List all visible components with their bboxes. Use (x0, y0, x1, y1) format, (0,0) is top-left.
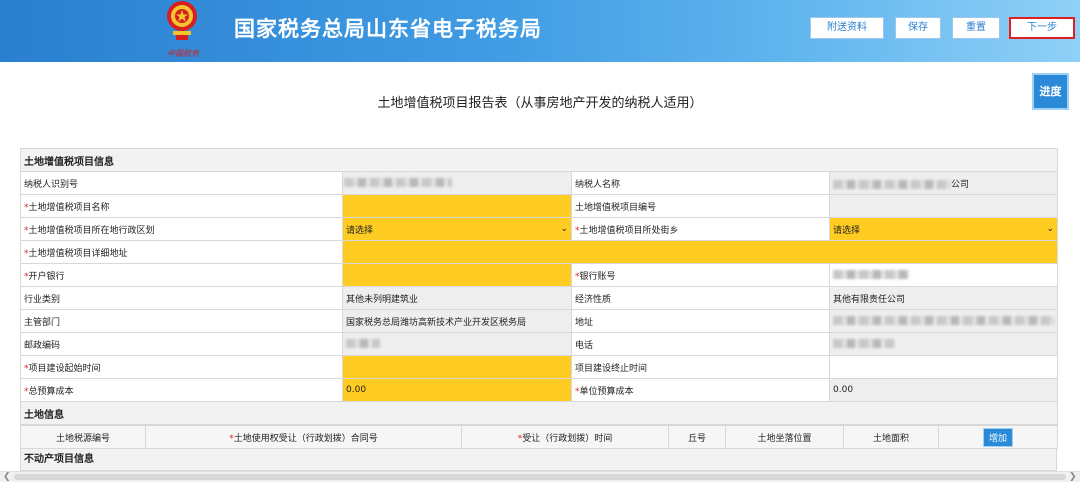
bank-input[interactable] (342, 263, 572, 287)
authority-label: 主管部门 (20, 309, 343, 333)
chevron-down-icon: ⌄ (1046, 224, 1054, 234)
horizontal-scrollbar[interactable]: ❮ ❯ (0, 471, 1080, 482)
redacted-postcode (346, 339, 380, 348)
land-col-tax-source-no: 土地税源编号 (20, 425, 146, 449)
section-header: 土地增值税项目信息 (20, 148, 1058, 172)
phone-label: 电话 (571, 332, 830, 356)
land-info-header-row: 土地税源编号 *土地使用权受让（行政划拨）合同号 *受让（行政划拨）时间 丘号 … (20, 425, 1058, 449)
scrollbar-thumb[interactable] (14, 474, 1066, 480)
chevron-down-icon: ⌄ (560, 224, 568, 234)
unit-budget-value: 0.00 (829, 378, 1058, 402)
taxpayer-name-suffix: 公司 (951, 179, 970, 190)
taxpayer-name-value: 公司 (829, 171, 1058, 195)
street-select[interactable]: 请选择 ⌄ (829, 217, 1058, 241)
project-no-label: 土地增值税项目编号 (571, 194, 830, 218)
redacted-taxpayer-name (833, 179, 951, 189)
account-label: *银行账号 (571, 263, 830, 287)
budget-input[interactable]: 0.00 (342, 378, 572, 402)
land-info-table: 土地税源编号 *土地使用权受让（行政划拨）合同号 *受让（行政划拨）时间 丘号 … (20, 425, 1058, 449)
top-banner: 中国税务 国家税务总局山东省电子税务局 附送资料 保存 重置 下一步 (0, 0, 1080, 62)
street-select-value: 请选择 (833, 225, 861, 236)
end-date-input[interactable] (829, 355, 1058, 379)
econ-label: 经济性质 (571, 286, 830, 310)
land-col-area: 土地面积 (843, 425, 939, 449)
project-name-input[interactable] (342, 194, 572, 218)
land-col-transfer-time: *受让（行政划拨）时间 (461, 425, 669, 449)
land-info-section-title: 土地信息 (20, 401, 1058, 425)
page-title: 土地增值税项目报告表（从事房地产开发的纳税人适用） (377, 96, 703, 111)
district-select[interactable]: 请选择 ⌄ (342, 217, 572, 241)
property-info-section-title: 不动产项目信息 (20, 448, 1057, 471)
app-title: 国家税务总局山东省电子税务局 (234, 17, 542, 41)
account-input[interactable] (829, 263, 1058, 287)
address-value (829, 309, 1058, 333)
phone-value (829, 332, 1058, 356)
project-info-section-title: 土地增值税项目信息 (20, 148, 1058, 172)
attach-documents-button[interactable]: 附送资料 (810, 17, 884, 39)
project-info-table: 土地增值税项目信息 纳税人识别号 纳税人名称 公司 *土地增值税项目名称 土地增… (20, 148, 1058, 425)
district-label: *土地增值税项目所在地行政区划 (20, 217, 343, 241)
redacted-phone (833, 339, 895, 348)
taxpayer-name-label: 纳税人名称 (571, 171, 830, 195)
econ-value: 其他有限责任公司 (829, 286, 1058, 310)
add-land-button[interactable]: 增加 (982, 427, 1013, 447)
address-label: 地址 (571, 309, 830, 333)
postcode-value (342, 332, 572, 356)
district-select-value: 请选择 (346, 225, 374, 236)
redacted-account (833, 270, 909, 279)
postcode-label: 邮政编码 (20, 332, 343, 356)
industry-value: 其他未列明建筑业 (342, 286, 572, 310)
budget-label: *总预算成本 (20, 378, 343, 402)
tax-emblem-icon (167, 1, 197, 40)
scroll-right-icon[interactable]: ❯ (1069, 472, 1077, 482)
authority-value: 国家税务总局潍坊高新技术产业开发区税务局 (342, 309, 572, 333)
end-date-label: 项目建设终止时间 (571, 355, 830, 379)
taxpayer-id-value (342, 171, 572, 195)
land-col-lot-no: 丘号 (668, 425, 726, 449)
taxpayer-id-label: 纳税人识别号 (20, 171, 343, 195)
land-add-cell: 增加 (938, 425, 1058, 449)
address-detail-label: *土地增值税项目详细地址 (20, 240, 343, 264)
project-name-label: *土地增值税项目名称 (20, 194, 343, 218)
start-date-label: *项目建设起始时间 (20, 355, 343, 379)
project-no-value (829, 194, 1058, 218)
address-detail-input[interactable] (342, 240, 1058, 264)
emblem-caption: 中国税务 (167, 49, 199, 58)
unit-budget-label: *单位预算成本 (571, 378, 830, 402)
reset-button[interactable]: 重置 (952, 17, 1000, 39)
next-step-button[interactable]: 下一步 (1009, 17, 1075, 39)
scroll-left-icon[interactable]: ❮ (3, 472, 11, 482)
land-col-location: 土地坐落位置 (725, 425, 844, 449)
bank-label: *开户银行 (20, 263, 343, 287)
redacted-taxpayer-id (344, 178, 452, 187)
redacted-address (833, 316, 1055, 325)
save-button[interactable]: 保存 (895, 17, 941, 39)
start-date-input[interactable] (342, 355, 572, 379)
land-col-contract-no: *土地使用权受让（行政划拨）合同号 (145, 425, 462, 449)
industry-label: 行业类别 (20, 286, 343, 310)
street-label: *土地增值税项目所处街乡 (571, 217, 830, 241)
